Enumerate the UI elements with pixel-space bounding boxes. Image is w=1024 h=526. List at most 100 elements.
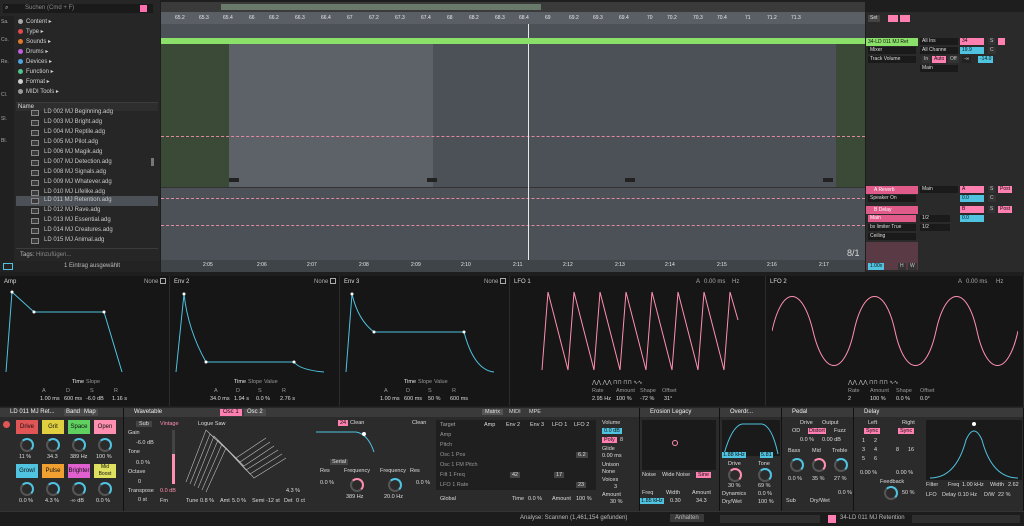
clip-header[interactable] (161, 38, 865, 44)
delay-grid[interactable]: 1 2 3 4 5 6 8 16 (860, 438, 920, 466)
track-name-header[interactable]: 34-LD 011 MJ Ret (866, 38, 918, 46)
return-b-automation[interactable] (161, 225, 865, 226)
drive-knob[interactable] (20, 438, 34, 452)
category-content[interactable]: Content ▸ (18, 18, 52, 25)
lfo-shape-icons[interactable]: ⋀⋀ ⋀⋀ ⊓⊓ ⊓⊓ ∿∿ (848, 380, 899, 386)
res2-value[interactable]: 0.0 % (416, 480, 430, 486)
filter1-slope[interactable]: 24 (338, 420, 349, 426)
filter-toggle[interactable]: Filter (926, 482, 938, 488)
overdrive-band[interactable] (722, 420, 780, 456)
matrix-target[interactable]: Amp (440, 432, 451, 438)
mode-noise[interactable]: Noise (642, 472, 656, 478)
pedal-device[interactable]: Pedal Drive Output OD Distort Fuzz 0.0 %… (782, 408, 854, 511)
wavetable-category[interactable]: Vintage (160, 421, 179, 427)
category-devices[interactable]: Devices ▸ (18, 58, 52, 65)
overview-strip[interactable] (161, 2, 865, 12)
treble-value[interactable]: 27 % (834, 476, 847, 482)
list-item[interactable]: LD 004 MJ Reptile.adg (16, 128, 158, 138)
stop-button[interactable]: Anhalten (670, 514, 704, 522)
feedback-knob[interactable] (884, 486, 898, 500)
right-sync[interactable]: Sync (898, 428, 915, 434)
open-knob[interactable] (98, 438, 112, 452)
feedback-value[interactable]: 50 % (902, 490, 915, 496)
c-button[interactable]: C (988, 47, 996, 54)
mixer-select[interactable]: Mixer (868, 47, 916, 54)
env-decay-value[interactable]: 1.94 s (234, 396, 249, 402)
category-function[interactable]: Function ▸ (18, 68, 54, 75)
env-attack-value[interactable]: 1.00 ms (380, 396, 400, 402)
drive-knob[interactable] (728, 468, 742, 482)
matrix-cell[interactable]: 23 (576, 482, 587, 488)
space-knob[interactable] (72, 438, 86, 452)
delay-title-bar[interactable]: Delay (854, 408, 1023, 417)
env-attack-value[interactable]: 1.00 ms (40, 396, 60, 402)
instrument-rack[interactable]: LD 011 MJ Ret... Band Map Drive Grit Spa… (0, 408, 124, 511)
mode-wide-noise[interactable]: Wide Noise (662, 472, 690, 478)
grit-knob[interactable] (46, 438, 60, 452)
mode-fuzz[interactable]: Fuzz (834, 428, 846, 434)
place-recent[interactable]: Re. (1, 59, 9, 65)
return-b-post[interactable]: Post (998, 206, 1013, 213)
browser-search[interactable]: ⌕ Suchen (Cmd + F) (3, 4, 153, 13)
zoom-value[interactable]: 1.00x (868, 263, 885, 270)
env-value-button[interactable]: Value (434, 379, 448, 385)
env-decay-value[interactable]: 600 ms (64, 396, 82, 402)
right-offset[interactable]: 0.00 % (896, 470, 913, 476)
amount-value[interactable]: 100 % (576, 496, 592, 502)
expand-icon[interactable] (330, 278, 336, 284)
delay-device[interactable]: Delay Left Right Sync Sync 1 2 3 4 5 6 8… (854, 408, 1024, 511)
tags-input[interactable]: Hinzufügen... (36, 252, 71, 258)
filter1-type[interactable]: Clean (350, 420, 364, 426)
left-sync[interactable]: Sync (864, 428, 881, 434)
lfo-rate-value[interactable]: 2.95 Hz (592, 396, 611, 402)
grid-cell[interactable]: 6 (874, 456, 877, 462)
mode-sine[interactable]: Sine (696, 472, 712, 478)
list-item[interactable]: LD 002 MJ Beginning.adg (16, 108, 158, 118)
bass-value[interactable]: 0.0 % (788, 476, 802, 482)
list-item[interactable]: LD 012 MJ Rave.adg (16, 206, 158, 216)
grid-cell[interactable]: 2 (874, 438, 877, 444)
gain-value[interactable]: -6.0 dB (136, 440, 154, 446)
matrix-tab[interactable]: Matrix (482, 409, 503, 415)
treble-knob[interactable] (834, 458, 848, 472)
set-close-button[interactable] (900, 15, 910, 22)
lfo1-panel[interactable]: LFO 1 A 0.00 ms Hz ⋀⋀ ⋀⋀ ⊓⊓ ⊓⊓ ∿∿ Rate A… (510, 276, 766, 406)
filter2-type[interactable]: Clean (412, 420, 426, 426)
freq-value[interactable]: 1.85 kHz (640, 498, 664, 504)
list-item[interactable]: LD 009 MJ Whatever.adg (16, 178, 158, 188)
freq2-value[interactable]: 20.0 Hz (384, 494, 403, 500)
return-b-half2[interactable]: 1/2 (920, 224, 950, 231)
return-a-value[interactable]: 0.0 (960, 195, 984, 202)
band-high-value[interactable]: 5.81 (760, 452, 773, 458)
lfo-time-value[interactable]: 0.00 ms (966, 279, 987, 285)
env2-graph[interactable] (174, 290, 336, 374)
filter-routing[interactable]: Serial (330, 459, 349, 465)
output-value[interactable]: 0.00 dB (822, 437, 841, 443)
amp-envelope-graph[interactable] (4, 290, 166, 374)
brighter-knob[interactable] (72, 482, 86, 496)
place-samples[interactable]: Sa. (1, 19, 9, 25)
list-item[interactable]: LD 006 MJ Magik.adg (16, 148, 158, 158)
delay-mode[interactable]: Delay (942, 492, 956, 498)
mid-value[interactable]: 35 % (812, 476, 825, 482)
unison-amount-value[interactable]: 30 % (610, 499, 623, 505)
freq-value[interactable]: 389 Hz (346, 494, 363, 500)
search-options-button[interactable] (140, 5, 147, 12)
list-item[interactable]: LD 013 MJ Essential.adg (16, 216, 158, 226)
midi-tab[interactable]: MIDI (506, 409, 524, 415)
grid-cell[interactable]: 1 (862, 438, 865, 444)
automation-line[interactable] (161, 136, 865, 137)
input-type-select[interactable]: All Ins (920, 38, 958, 45)
env-sustain-value[interactable]: 50 % (428, 396, 441, 402)
place-clips[interactable]: Cl. (1, 92, 7, 98)
lfo-toggle[interactable]: LFO (926, 492, 937, 498)
env-value-button[interactable]: Value (264, 379, 278, 385)
return-a-device[interactable]: Speaker On (868, 195, 916, 202)
macro-mid-boost[interactable]: Mid Boost (94, 464, 116, 478)
return-a-post[interactable]: Post (998, 186, 1013, 193)
growl-knob[interactable] (20, 482, 34, 496)
lfo-offset-value[interactable]: 0.0° (920, 396, 930, 402)
macro-open[interactable]: Open (94, 420, 116, 434)
sub-tab[interactable]: Sub (136, 421, 152, 427)
lfo-shape-value[interactable]: 0.0 % (896, 396, 910, 402)
